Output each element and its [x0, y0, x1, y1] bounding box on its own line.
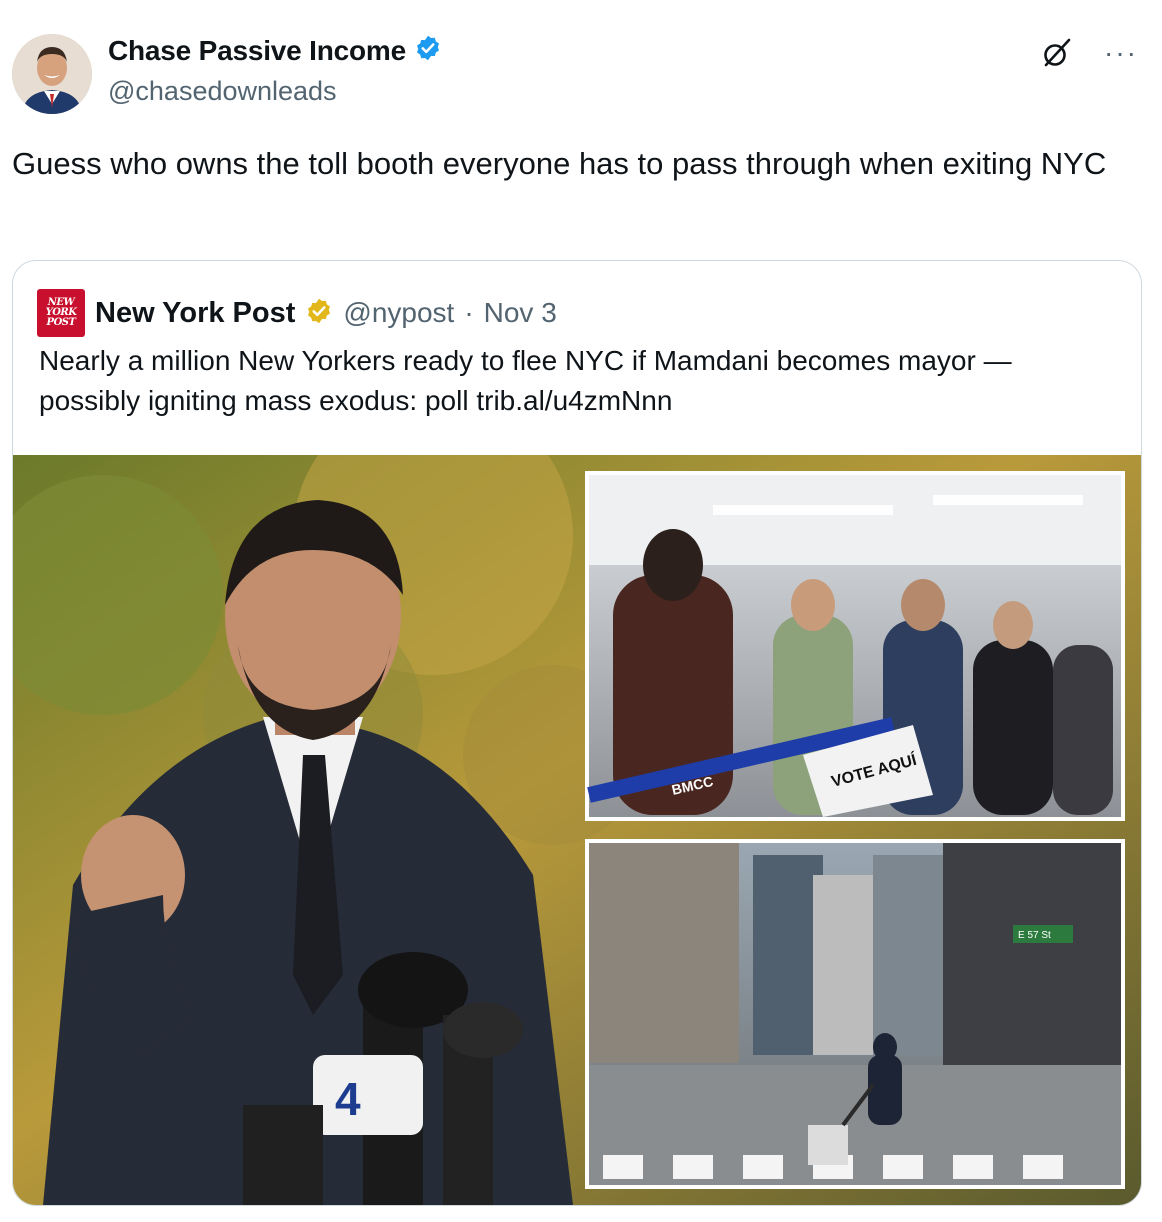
verified-badge-icon	[414, 34, 442, 67]
voters-in-line-photo: VOTE AQUÍ BMCC	[585, 471, 1125, 821]
logo-line: POST	[46, 317, 76, 328]
more-icon[interactable]: ···	[1104, 39, 1138, 67]
mic-flag-label: 4	[335, 1073, 361, 1125]
gold-verified-badge-icon	[305, 297, 333, 330]
new-york-post-logo[interactable]: NEW YORK POST	[37, 289, 85, 337]
street-sign-label: E 57 St	[1018, 930, 1051, 941]
author-avatar[interactable]	[12, 34, 92, 114]
quote-text: Nearly a million New Yorkers ready to fl…	[39, 345, 1012, 416]
grok-icon[interactable]	[1040, 36, 1074, 70]
quote-display-name[interactable]: New York Post	[95, 297, 295, 330]
empty-avenue-photo: E 57 St	[585, 839, 1125, 1189]
quote-handle[interactable]: @nypost	[343, 297, 454, 329]
author-display-name[interactable]: Chase Passive Income	[108, 35, 406, 67]
quote-tweet-card[interactable]: NEW YORK POST New York Post @nypost · No…	[12, 260, 1142, 1206]
meta-separator: ·	[464, 297, 474, 328]
tweet-text: Guess who owns the toll booth everyone h…	[12, 146, 1107, 181]
author-handle[interactable]: @chasedownleads	[108, 76, 337, 107]
quote-media[interactable]: 4 VOTE AQUÍ BMCC E 57 St	[13, 455, 1141, 1205]
quote-date[interactable]: Nov 3	[484, 297, 557, 329]
